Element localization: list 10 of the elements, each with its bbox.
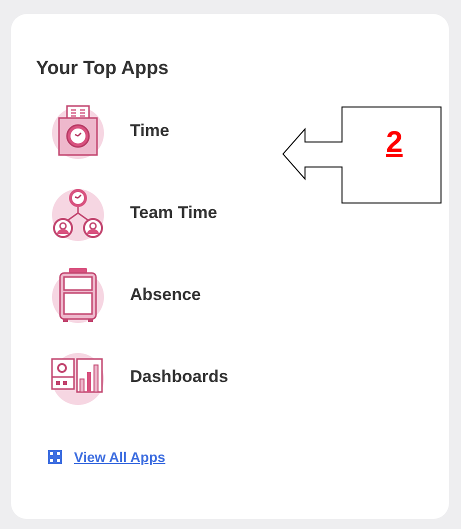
card-title: Your Top Apps [36,58,170,80]
app-name[interactable]: Dashboards [130,367,228,387]
app-name[interactable]: Time [130,121,170,141]
suitcase-icon[interactable] [50,267,106,323]
app-name[interactable]: Team Time [130,203,218,223]
time-clock-card-icon[interactable] [50,103,106,159]
grid-icon [48,450,62,464]
app-name[interactable]: Absence [130,285,201,305]
view-all-apps-link[interactable]: View All Apps [48,449,166,465]
callout-number: 2 [386,128,403,158]
